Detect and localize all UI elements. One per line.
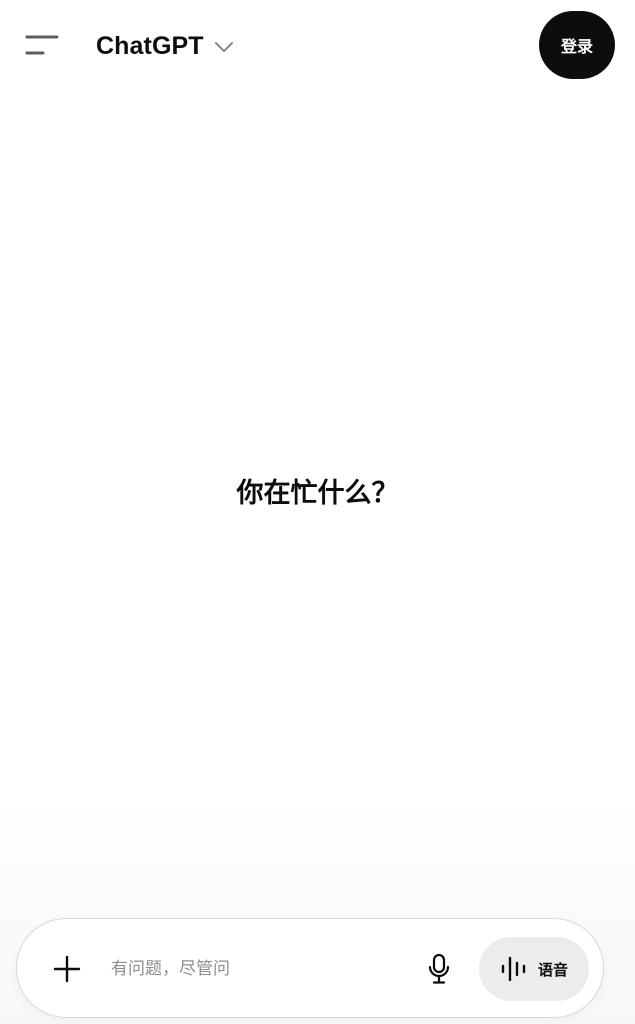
waveform-icon	[501, 956, 526, 982]
mic-icon	[428, 953, 450, 984]
composer: 语音	[16, 918, 604, 1018]
menu-icon	[25, 35, 59, 55]
voice-label: 语音	[537, 960, 568, 979]
plus-icon	[53, 955, 81, 983]
greeting-heading: 你在忙什么？	[236, 478, 399, 509]
login-button[interactable]: 登录	[539, 11, 615, 79]
model-selector[interactable]: ChatGPT	[96, 28, 234, 64]
sidebar-menu-button[interactable]	[18, 24, 66, 66]
model-name: ChatGPT	[96, 31, 204, 60]
prompt-input[interactable]	[111, 951, 401, 987]
voice-mode-button[interactable]: 语音	[479, 937, 589, 1001]
chevron-down-icon	[214, 42, 233, 52]
attach-button[interactable]	[47, 949, 87, 989]
dictate-button[interactable]	[419, 949, 459, 989]
chat-app: ChatGPT 登录 你在忙什么？ 有问题，尽管问 语音	[0, 0, 635, 1024]
